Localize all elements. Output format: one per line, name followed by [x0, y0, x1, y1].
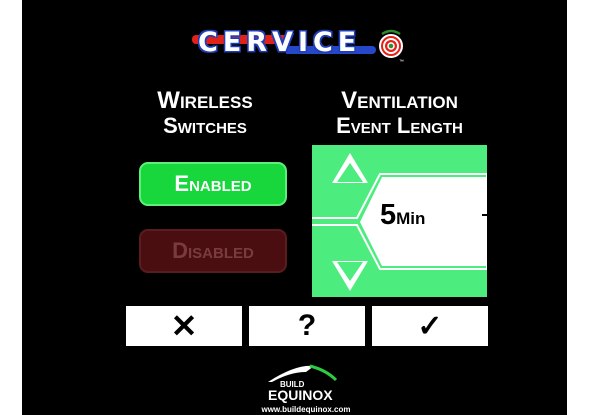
ventilation-header: Ventilation Event Length	[307, 89, 492, 137]
disabled-button[interactable]: Disabled	[139, 229, 287, 273]
trademark-mark: ™	[399, 59, 404, 65]
wireless-title: Wireless	[157, 87, 253, 114]
cancel-button[interactable]: ✕	[126, 306, 242, 346]
enabled-button[interactable]: Enabled	[139, 162, 287, 206]
event-length-number: 5	[380, 199, 397, 231]
wireless-subtitle: Switches	[163, 113, 247, 138]
brand-line2: EQUINOX	[268, 387, 333, 403]
confirm-button[interactable]: ✓	[372, 306, 488, 346]
swoosh-icon	[268, 364, 338, 382]
triangle-up-icon	[337, 163, 363, 182]
thermostat-screen: CERVICE ™ Wireless Switches Ventilation …	[22, 0, 567, 415]
brand-url: www.buildequinox.com	[261, 405, 351, 414]
wireless-switches-header: Wireless Switches	[125, 89, 285, 137]
wifi-target-icon	[379, 29, 403, 58]
event-length-unit: Min	[396, 209, 426, 228]
build-equinox-logo: BUILD EQUINOX www.buildequinox.com	[246, 362, 366, 415]
help-button[interactable]: ?	[249, 306, 365, 346]
ventilation-subtitle: Event Length	[336, 113, 463, 138]
ventilation-title: Ventilation	[341, 87, 458, 114]
event-length-value: 5Min	[380, 199, 425, 232]
ventilation-length-panel: 5Min	[312, 145, 487, 297]
triangle-down-icon	[337, 262, 363, 281]
cervice-logo: CERVICE ™	[192, 24, 404, 68]
logo-text: CERVICE	[198, 27, 362, 58]
